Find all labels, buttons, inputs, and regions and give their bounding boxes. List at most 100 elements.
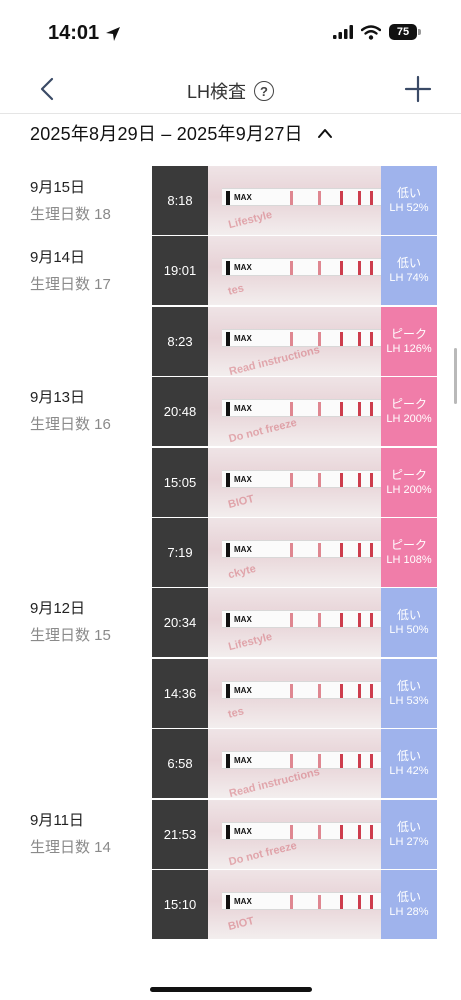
strip-line	[370, 684, 373, 698]
strip-line	[358, 754, 361, 768]
max-label: MAX	[234, 475, 252, 484]
day-date: 9月13日	[30, 389, 86, 406]
home-indicator[interactable]	[150, 987, 312, 992]
result-badge: 低い LH 28%	[381, 870, 437, 939]
question-circle-icon[interactable]: ?	[254, 81, 274, 101]
result-label: 低い	[396, 255, 421, 270]
test-entry[interactable]: 20:48 Do not freeze MAX ピーク LH 200%	[152, 377, 437, 446]
lh-value: LH 126%	[386, 342, 432, 355]
strip-line	[370, 825, 373, 839]
photo-background-print: tes	[226, 705, 246, 721]
strip-line	[370, 261, 373, 275]
test-strip-photo: Read instructions MAX	[208, 307, 381, 376]
test-entry[interactable]: 20:34 Lifestyle MAX 低い LH 50%	[152, 588, 437, 657]
max-label: MAX	[234, 756, 252, 765]
strip-line	[340, 543, 343, 557]
lh-value: LH 42%	[389, 764, 429, 777]
max-arrow-icon	[226, 543, 230, 557]
test-strip: MAX	[222, 681, 381, 699]
entry-time: 15:05	[152, 448, 208, 517]
strip-line	[318, 261, 321, 275]
entry-time: 6:58	[152, 729, 208, 798]
photo-background-print: BIOT	[226, 492, 256, 512]
max-arrow-icon	[226, 191, 230, 205]
cellular-signal-icon	[333, 25, 353, 39]
status-time: 14:01	[48, 22, 121, 45]
strip-line	[370, 543, 373, 557]
strip-line	[340, 402, 343, 416]
scrollbar-thumb[interactable]	[454, 348, 457, 404]
photo-background-print: Do not freeze	[227, 839, 299, 869]
strip-line	[290, 543, 293, 557]
lh-value: LH 52%	[389, 201, 429, 214]
test-strip-photo: Lifestyle MAX	[208, 588, 381, 657]
test-entry[interactable]: 21:53 Do not freeze MAX 低い LH 27%	[152, 800, 437, 869]
max-label: MAX	[234, 615, 252, 624]
entry-time: 21:53	[152, 800, 208, 869]
day-group: 9月14日 生理日数 17	[30, 248, 111, 295]
strip-line	[318, 684, 321, 698]
status-time-text: 14:01	[48, 22, 100, 44]
strip-line	[340, 332, 343, 346]
strip-line	[290, 895, 293, 909]
max-arrow-icon	[226, 473, 230, 487]
test-strip: MAX	[222, 751, 381, 769]
page-title: LH検査	[186, 82, 246, 102]
lh-value: LH 74%	[389, 271, 429, 284]
strip-line	[358, 261, 361, 275]
test-strip: MAX	[222, 892, 381, 910]
test-strip-photo: BIOT MAX	[208, 448, 381, 517]
max-label: MAX	[234, 334, 252, 343]
result-badge: 低い LH 52%	[381, 166, 437, 235]
max-label: MAX	[234, 545, 252, 554]
date-range-text: 2025年8月29日 – 2025年9月27日	[30, 124, 303, 144]
max-label: MAX	[234, 897, 252, 906]
cycle-day: 生理日数 18	[30, 206, 111, 223]
max-arrow-icon	[226, 402, 230, 416]
result-badge: ピーク LH 200%	[381, 377, 437, 446]
strip-line	[318, 825, 321, 839]
test-strip-photo: tes MAX	[208, 236, 381, 305]
strip-line	[340, 473, 343, 487]
strip-line	[358, 332, 361, 346]
result-label: ピーク	[390, 326, 427, 341]
result-badge: 低い LH 42%	[381, 729, 437, 798]
add-button[interactable]	[403, 74, 433, 104]
cycle-day: 生理日数 15	[30, 627, 111, 644]
photo-background-print: Read instructions	[227, 765, 321, 798]
test-strip-photo: Read instructions MAX	[208, 729, 381, 798]
test-entry[interactable]: 15:10 BIOT MAX 低い LH 28%	[152, 870, 437, 939]
test-entry[interactable]: 14:36 tes MAX 低い LH 53%	[152, 659, 437, 728]
test-entry[interactable]: 6:58 Read instructions MAX 低い LH 42%	[152, 729, 437, 798]
photo-background-print: Do not freeze	[227, 416, 299, 446]
test-entry[interactable]: 7:19 ckyte MAX ピーク LH 108%	[152, 518, 437, 587]
test-entry[interactable]: 8:23 Read instructions MAX ピーク LH 126%	[152, 307, 437, 376]
cycle-day: 生理日数 14	[30, 839, 111, 856]
max-label: MAX	[234, 686, 252, 695]
test-strip: MAX	[222, 188, 381, 206]
test-entry[interactable]: 8:18 Lifestyle MAX 低い LH 52%	[152, 166, 437, 235]
strip-line	[318, 473, 321, 487]
test-strip: MAX	[222, 540, 381, 558]
result-badge: ピーク LH 200%	[381, 448, 437, 517]
nav-bar: LH検査 ?	[0, 66, 461, 114]
entry-time: 8:18	[152, 166, 208, 235]
test-entry[interactable]: 15:05 BIOT MAX ピーク LH 200%	[152, 448, 437, 517]
test-entry[interactable]: 19:01 tes MAX 低い LH 74%	[152, 236, 437, 305]
strip-line	[290, 613, 293, 627]
entry-time: 19:01	[152, 236, 208, 305]
strip-line	[358, 402, 361, 416]
entry-time: 15:10	[152, 870, 208, 939]
entry-time: 7:19	[152, 518, 208, 587]
strip-line	[370, 191, 373, 205]
photo-background-print: Lifestyle	[227, 208, 274, 232]
battery-icon: 75	[389, 24, 421, 40]
location-arrow-icon	[106, 26, 121, 41]
status-indicators: 75	[333, 24, 421, 40]
max-label: MAX	[234, 827, 252, 836]
bottom-area	[0, 960, 461, 1000]
result-badge: ピーク LH 108%	[381, 518, 437, 587]
date-range-toggle[interactable]: 2025年8月29日 – 2025年9月27日	[0, 116, 461, 150]
test-strip: MAX	[222, 329, 381, 347]
status-bar: 14:01 75	[0, 0, 461, 66]
